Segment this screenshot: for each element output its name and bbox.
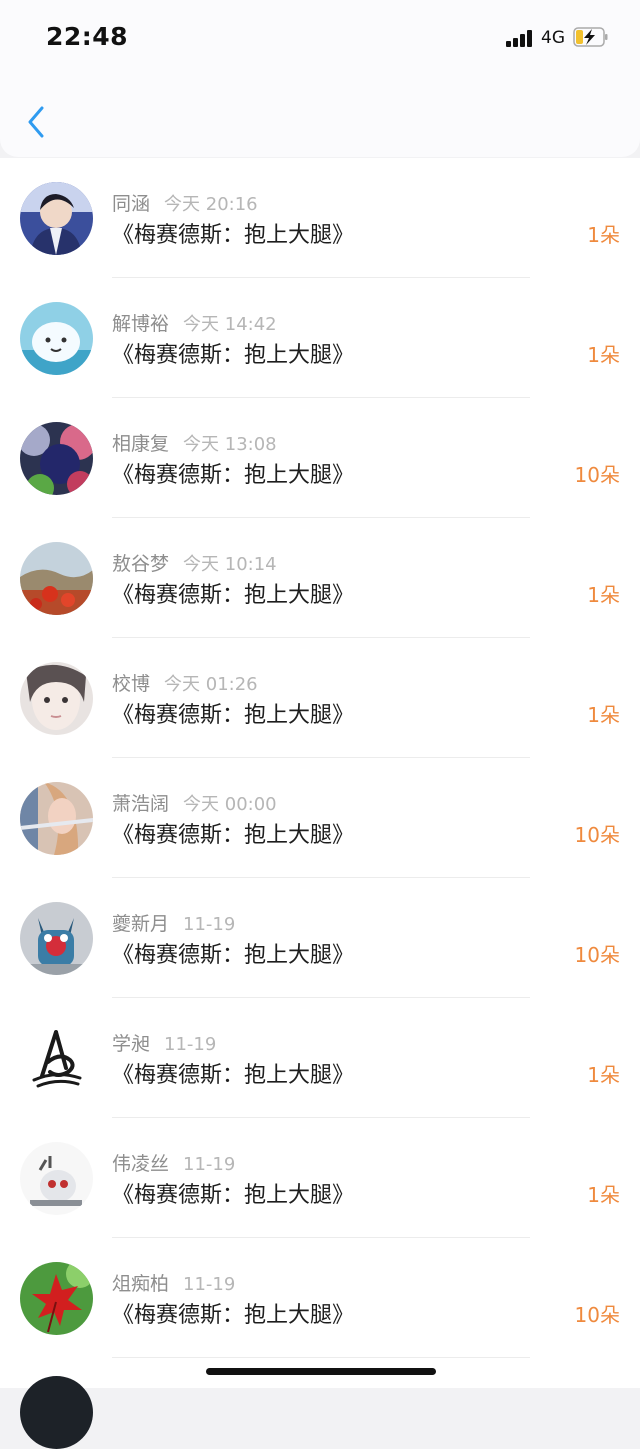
avatar[interactable]: [20, 782, 93, 855]
sender-line: 同涵 今天 20:16: [112, 189, 258, 216]
work-title: 《梅赛德斯：抱上大腿》: [112, 1303, 355, 1328]
status-time: 22:48: [46, 22, 129, 51]
sender-line: 解博裕 今天 14:42: [112, 309, 277, 336]
gift-list: 同涵 今天 20:16 《梅赛德斯：抱上大腿》 1朵 解博裕 今天 14:42 《梅…: [0, 158, 640, 1388]
sender-line: 夔新月 11-19: [112, 909, 235, 936]
work-title: 《梅赛德斯：抱上大腿》: [112, 463, 355, 488]
gift-amount: 1朵: [587, 1063, 620, 1087]
gift-amount: 10朵: [574, 463, 620, 487]
list-item[interactable]: 敖谷梦 今天 10:14 《梅赛德斯：抱上大腿》 1朵: [0, 518, 640, 638]
list-item[interactable]: 解博裕 今天 14:42 《梅赛德斯：抱上大腿》 1朵: [0, 278, 640, 398]
gift-time: 今天 01:26: [164, 674, 258, 695]
gift-time: 今天 14:42: [183, 314, 277, 335]
avatar[interactable]: [20, 662, 93, 735]
avatar[interactable]: [20, 1376, 93, 1449]
list-item[interactable]: 萧浩阔 今天 00:00 《梅赛德斯：抱上大腿》 10朵: [0, 758, 640, 878]
sender-name: 同涵: [112, 193, 151, 215]
sender-line: 敖谷梦 今天 10:14: [112, 549, 277, 576]
list-item[interactable]: 学昶 11-19 《梅赛德斯：抱上大腿》 1朵: [0, 998, 640, 1118]
sender-name: 解博裕: [112, 313, 170, 335]
gift-time: 今天 20:16: [164, 194, 258, 215]
gift-amount: 1朵: [587, 343, 620, 367]
sender-line: 俎痴柏 11-19: [112, 1269, 235, 1296]
avatar[interactable]: [20, 1262, 93, 1335]
work-title: 《梅赛德斯：抱上大腿》: [112, 583, 355, 608]
sender-name: 相康复: [112, 433, 170, 455]
gift-time: 11-19: [183, 1274, 236, 1295]
work-title: 《梅赛德斯：抱上大腿》: [112, 343, 355, 368]
avatar[interactable]: [20, 302, 93, 375]
avatar[interactable]: [20, 182, 93, 255]
work-title: 《梅赛德斯：抱上大腿》: [112, 943, 355, 968]
list-item[interactable]: 同涵 今天 20:16 《梅赛德斯：抱上大腿》 1朵: [0, 158, 640, 278]
gift-time: 今天 13:08: [183, 434, 277, 455]
work-title: 《梅赛德斯：抱上大腿》: [112, 703, 355, 728]
sender-name: 俎痴柏: [112, 1273, 170, 1295]
gift-amount: 1朵: [587, 703, 620, 727]
list-item[interactable]: 夔新月 11-19 《梅赛德斯：抱上大腿》 10朵: [0, 878, 640, 998]
gift-amount: 1朵: [587, 583, 620, 607]
list-item[interactable]: 校博 今天 01:26 《梅赛德斯：抱上大腿》 1朵: [0, 638, 640, 758]
sender-name: 萧浩阔: [112, 793, 170, 815]
work-title: 《梅赛德斯：抱上大腿》: [112, 223, 355, 248]
gift-time: 今天 00:00: [183, 794, 277, 815]
gift-time: 11-19: [183, 914, 236, 935]
sender-line: 校博 今天 01:26: [112, 669, 258, 696]
sender-name: 夔新月: [112, 913, 170, 935]
network-label: 4G: [541, 28, 565, 48]
gift-time: 今天 10:14: [183, 554, 277, 575]
gift-time: 11-19: [164, 1034, 217, 1055]
gift-time: 11-19: [183, 1154, 236, 1175]
list-item[interactable]: 相康复 今天 13:08 《梅赛德斯：抱上大腿》 10朵: [0, 398, 640, 518]
chevron-left-icon: [28, 106, 44, 138]
work-title: 《梅赛德斯：抱上大腿》: [112, 1063, 355, 1088]
avatar[interactable]: [20, 1142, 93, 1215]
list-item[interactable]: 伟凌丝 11-19 《梅赛德斯：抱上大腿》 1朵: [0, 1118, 640, 1238]
list-item[interactable]: 俎痴柏 11-19 《梅赛德斯：抱上大腿》 10朵: [0, 1238, 640, 1358]
top-bar: 22:48 4G: [0, 0, 640, 157]
gift-amount: 1朵: [587, 223, 620, 247]
gift-amount: 10朵: [574, 823, 620, 847]
sender-name: 伟凌丝: [112, 1153, 170, 1175]
sender-name: 校博: [112, 673, 151, 695]
avatar[interactable]: [20, 422, 93, 495]
gift-amount: 10朵: [574, 943, 620, 967]
sender-line: 萧浩阔 今天 00:00: [112, 789, 277, 816]
avatar[interactable]: [20, 542, 93, 615]
gift-amount: 10朵: [574, 1303, 620, 1327]
avatar[interactable]: [20, 902, 93, 975]
sender-line: 伟凌丝 11-19: [112, 1149, 235, 1176]
work-title: 《梅赛德斯：抱上大腿》: [112, 823, 355, 848]
sender-name: 敖谷梦: [112, 553, 170, 575]
signal-bars-icon: [506, 29, 536, 47]
home-indicator[interactable]: [206, 1368, 436, 1375]
sender-line: 学昶 11-19: [112, 1029, 216, 1056]
status-bar: 22:48 4G: [0, 0, 640, 78]
sender-line: 相康复 今天 13:08: [112, 429, 277, 456]
back-button[interactable]: [18, 100, 54, 144]
gift-amount: 1朵: [587, 1183, 620, 1207]
avatar[interactable]: [20, 1022, 93, 1095]
battery-charging-icon: [573, 27, 608, 47]
sender-name: 学昶: [112, 1033, 151, 1055]
work-title: 《梅赛德斯：抱上大腿》: [112, 1183, 355, 1208]
